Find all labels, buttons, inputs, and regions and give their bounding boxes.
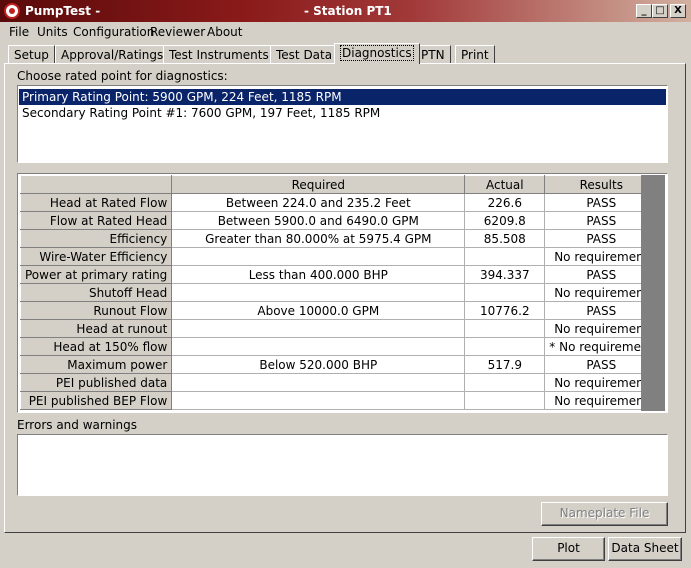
row-label: Maximum power <box>19 355 173 374</box>
cell-actual: 10776.2 <box>464 301 546 320</box>
cell-required: Less than 400.000 BHP <box>171 265 466 284</box>
cell-actual: 85.508 <box>464 229 546 248</box>
tab-diagnostics[interactable]: Diagnostics <box>334 43 420 64</box>
cell-required <box>171 319 466 338</box>
row-label: Runout Flow <box>19 301 173 320</box>
cell-required: Above 10000.0 GPM <box>171 301 466 320</box>
cell-required: Greater than 80.000% at 5975.4 GPM <box>171 229 466 248</box>
row-label: PEI published BEP Flow <box>19 391 173 410</box>
table-row[interactable]: Power at primary rating Less than 400.00… <box>19 265 659 284</box>
table-row[interactable]: Head at 150% flow * No requirement <box>19 337 659 356</box>
table-header-row: Required Actual Results <box>19 175 659 194</box>
rating-point-secondary[interactable]: Secondary Rating Point #1: 7600 GPM, 197… <box>19 105 666 121</box>
cell-required <box>171 247 466 266</box>
minimize-button[interactable]: _ <box>636 4 652 18</box>
table-row[interactable]: Head at Rated Flow Between 224.0 and 235… <box>19 193 659 212</box>
cell-required <box>171 337 466 356</box>
tab-ptn[interactable]: PTN <box>415 45 451 64</box>
tab-test-instruments[interactable]: Test Instruments <box>163 45 275 64</box>
tab-print[interactable]: Print <box>455 45 495 64</box>
cell-actual: 394.337 <box>464 265 546 284</box>
row-label: Head at 150% flow <box>19 337 173 356</box>
window-title-station: - Station PT1 <box>304 4 392 18</box>
cell-actual: 226.6 <box>464 193 546 212</box>
cell-required: Between 5900.0 and 6490.0 GPM <box>171 211 466 230</box>
row-label: Flow at Rated Head <box>19 211 173 230</box>
header-criterion <box>19 175 173 194</box>
row-label: Shutoff Head <box>19 283 173 302</box>
table-row[interactable]: Maximum power Below 520.000 BHP 517.9 PA… <box>19 355 659 374</box>
cell-actual <box>464 283 546 302</box>
tab-strip: Setup Approval/Ratings Test Instruments … <box>0 42 691 64</box>
table-row[interactable]: Shutoff Head No requirement <box>19 283 659 302</box>
cell-actual <box>464 391 546 410</box>
window-title-app: PumpTest - <box>25 4 101 18</box>
menu-units[interactable]: Units <box>37 25 68 39</box>
title-bar[interactable]: PumpTest - - Station PT1 _ □ X <box>0 0 691 22</box>
row-label: Wire-Water Efficiency <box>19 247 173 266</box>
menu-about[interactable]: About <box>207 25 242 39</box>
cell-required: Between 224.0 and 235.2 Feet <box>171 193 466 212</box>
header-required[interactable]: Required <box>171 175 466 194</box>
row-label: Head at Rated Flow <box>19 193 173 212</box>
cell-required: Below 520.000 BHP <box>171 355 466 374</box>
menu-bar: File Units Configuration Reviewer About <box>0 22 691 42</box>
data-sheet-button[interactable]: Data Sheet <box>608 537 682 561</box>
cell-required <box>171 373 466 392</box>
rating-point-primary[interactable]: Primary Rating Point: 5900 GPM, 224 Feet… <box>19 89 666 105</box>
table-row[interactable]: Flow at Rated Head Between 5900.0 and 64… <box>19 211 659 230</box>
cell-actual <box>464 337 546 356</box>
maximize-button[interactable]: □ <box>652 4 668 18</box>
diagnostics-table: Required Actual Results Head at Rated Fl… <box>17 173 668 413</box>
pumptest-app-icon[interactable] <box>4 3 20 19</box>
table-row[interactable]: Runout Flow Above 10000.0 GPM 10776.2 PA… <box>19 301 659 320</box>
menu-configuration[interactable]: Configuration <box>73 25 154 39</box>
header-actual[interactable]: Actual <box>464 175 546 194</box>
cell-actual <box>464 373 546 392</box>
table-row[interactable]: Head at runout No requirement <box>19 319 659 338</box>
cell-actual: 517.9 <box>464 355 546 374</box>
table-row[interactable]: PEI published BEP Flow No requirement <box>19 391 659 410</box>
row-label: Power at primary rating <box>19 265 173 284</box>
menu-reviewer[interactable]: Reviewer <box>150 25 205 39</box>
errors-warnings-box[interactable] <box>17 434 668 496</box>
errors-warnings-label: Errors and warnings <box>17 418 138 432</box>
rating-point-list[interactable]: Primary Rating Point: 5900 GPM, 224 Feet… <box>17 85 668 163</box>
table-row[interactable]: PEI published data No requirement <box>19 373 659 392</box>
table-row[interactable]: Wire-Water Efficiency No requirement <box>19 247 659 266</box>
plot-button[interactable]: Plot <box>532 537 605 561</box>
cell-actual <box>464 319 546 338</box>
nameplate-file-button[interactable]: Nameplate File <box>541 502 668 526</box>
cell-actual: 6209.8 <box>464 211 546 230</box>
table-row[interactable]: Efficiency Greater than 80.000% at 5975.… <box>19 229 659 248</box>
cell-required <box>171 283 466 302</box>
tab-setup[interactable]: Setup <box>8 45 55 64</box>
tab-diagnostics-label: Diagnostics <box>340 45 414 61</box>
menu-file[interactable]: File <box>9 25 29 39</box>
close-button[interactable]: X <box>670 4 686 18</box>
tab-test-data[interactable]: Test Data <box>270 45 339 64</box>
row-label: Head at runout <box>19 319 173 338</box>
diagnostics-grid: Required Actual Results Head at Rated Fl… <box>19 175 659 410</box>
cell-required <box>171 391 466 410</box>
choose-rated-point-label: Choose rated point for diagnostics: <box>17 69 228 83</box>
tab-approval-ratings[interactable]: Approval/Ratings <box>55 45 170 64</box>
table-scroll-area[interactable] <box>641 175 665 411</box>
row-label: Efficiency <box>19 229 173 248</box>
row-label: PEI published data <box>19 373 173 392</box>
cell-actual <box>464 247 546 266</box>
